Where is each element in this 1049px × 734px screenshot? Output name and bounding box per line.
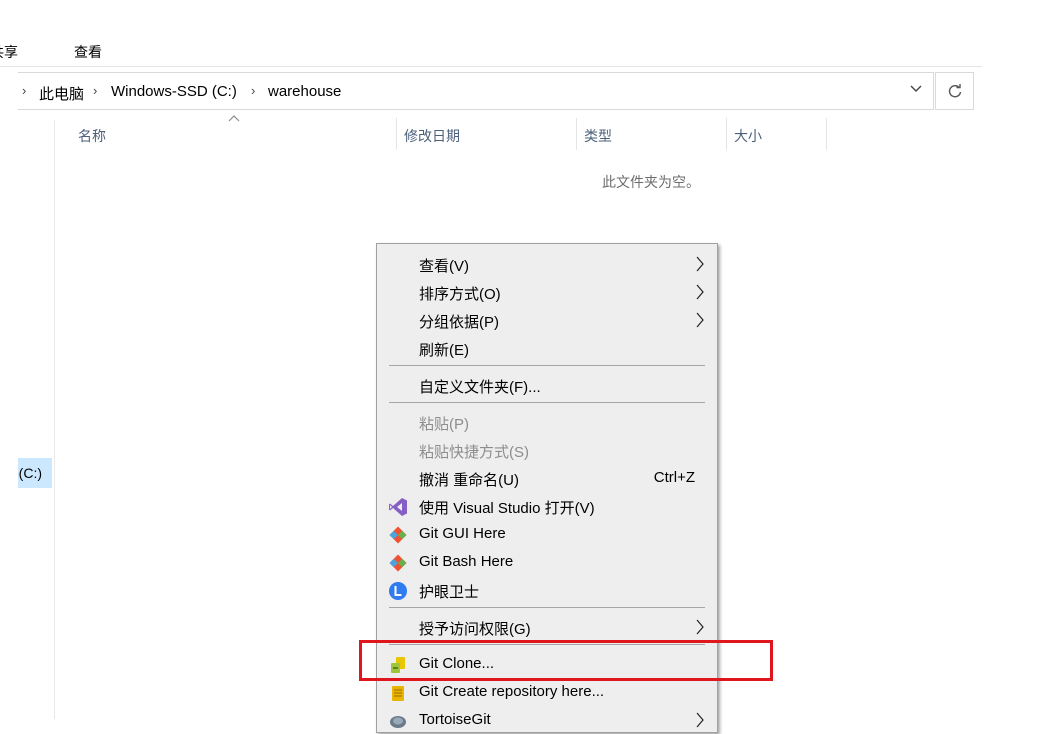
column-divider[interactable] [576,118,577,150]
menu-item-label: 分组依据(P) [419,314,499,331]
menu-item-refresh[interactable]: 刷新(E) [377,334,717,362]
submenu-arrow-icon [696,312,704,328]
refresh-icon [948,84,961,98]
menu-item-label: 使用 Visual Studio 打开(V) [419,500,595,517]
git-icon [389,526,407,544]
menu-item-eye-guard[interactable]: 护眼卫士 [377,576,717,604]
menu-item-git-gui[interactable]: Git GUI Here [377,520,717,548]
menu-item-undo-rename[interactable]: 撤消 重命名(U) Ctrl+Z [377,464,717,492]
menu-item-paste-shortcut[interactable]: 粘贴快捷方式(S) [377,436,717,464]
menu-item-label: Git Create repository here... [419,683,605,700]
empty-folder-message: 此文件夹为空。 [602,174,700,190]
column-divider[interactable] [396,118,397,150]
submenu-arrow-icon [696,256,704,272]
menu-item-label: 查看(V) [419,258,469,275]
column-header-name[interactable]: 名称 [78,126,106,146]
address-bar[interactable]: › 此电脑 › Windows-SSD (C:) › warehouse [18,72,934,110]
submenu-arrow-icon [696,712,704,728]
menu-item-label: 粘贴(P) [419,416,469,433]
menu-separator [389,402,705,403]
menu-item-label: Git Bash Here [419,553,514,570]
column-divider[interactable] [726,118,727,150]
ribbon: 共享 查看 [0,0,982,67]
menu-item-git-bash[interactable]: Git Bash Here [377,548,717,576]
nav-item-drive[interactable]: SSD (C:) [18,458,52,488]
menu-item-label: 刷新(E) [419,342,469,359]
nav-item-label: SSD (C:) [4,465,42,481]
menu-item-label: 护眼卫士 [419,584,480,601]
column-divider[interactable] [826,118,827,150]
submenu-arrow-icon [696,619,704,635]
menu-item-sort-by[interactable]: 排序方式(O) [377,278,717,306]
sort-ascending-icon [228,115,240,122]
visual-studio-icon [389,498,407,516]
eye-guard-icon [389,582,407,600]
menu-item-tortoisegit[interactable]: TortoiseGit [377,706,717,734]
menu-item-paste[interactable]: 粘贴(P) [377,408,717,436]
column-header-type[interactable]: 类型 [584,126,612,146]
nav-pane-divider[interactable] [54,120,55,719]
column-header-modified[interactable]: 修改日期 [404,126,460,146]
menu-item-label: 授予访问权限(G) [419,621,531,638]
chevron-down-icon[interactable] [909,82,923,96]
tab-view[interactable]: 查看 [74,42,102,62]
menu-item-grant-access[interactable]: 授予访问权限(G) [377,613,717,641]
menu-separator [389,607,705,608]
menu-item-label: Git GUI Here [419,525,506,542]
column-header-size[interactable]: 大小 [734,126,762,146]
menu-item-view[interactable]: 查看(V) [377,250,717,278]
menu-item-customize-folder[interactable]: 自定义文件夹(F)... [377,371,717,399]
menu-item-label: 粘贴快捷方式(S) [419,444,529,461]
menu-item-group-by[interactable]: 分组依据(P) [377,306,717,334]
highlight-box [359,640,773,681]
chevron-right-icon[interactable]: › [93,83,97,98]
menu-item-git-create-repo[interactable]: Git Create repository here... [377,678,717,706]
breadcrumb-drive[interactable]: Windows-SSD (C:) [111,83,237,100]
git-icon [389,554,407,572]
breadcrumb-folder[interactable]: warehouse [268,83,341,100]
menu-item-label: 排序方式(O) [419,286,501,303]
menu-item-label: 撤消 重命名(U) [419,472,519,489]
tortoisegit-icon [390,716,406,728]
submenu-arrow-icon [696,284,704,300]
menu-item-label: 自定义文件夹(F)... [419,379,541,396]
refresh-button[interactable] [935,72,974,110]
breadcrumb-this-pc[interactable]: 此电脑 [39,83,84,104]
menu-item-open-visual-studio[interactable]: 使用 Visual Studio 打开(V) [377,492,717,520]
menu-item-shortcut: Ctrl+Z [653,469,695,486]
tortoisegit-repo-icon [392,686,404,701]
menu-item-label: TortoiseGit [419,711,491,728]
tab-share[interactable]: 共享 [0,42,18,62]
menu-separator [389,365,705,366]
chevron-right-icon: › [22,83,27,98]
chevron-right-icon[interactable]: › [251,83,255,98]
